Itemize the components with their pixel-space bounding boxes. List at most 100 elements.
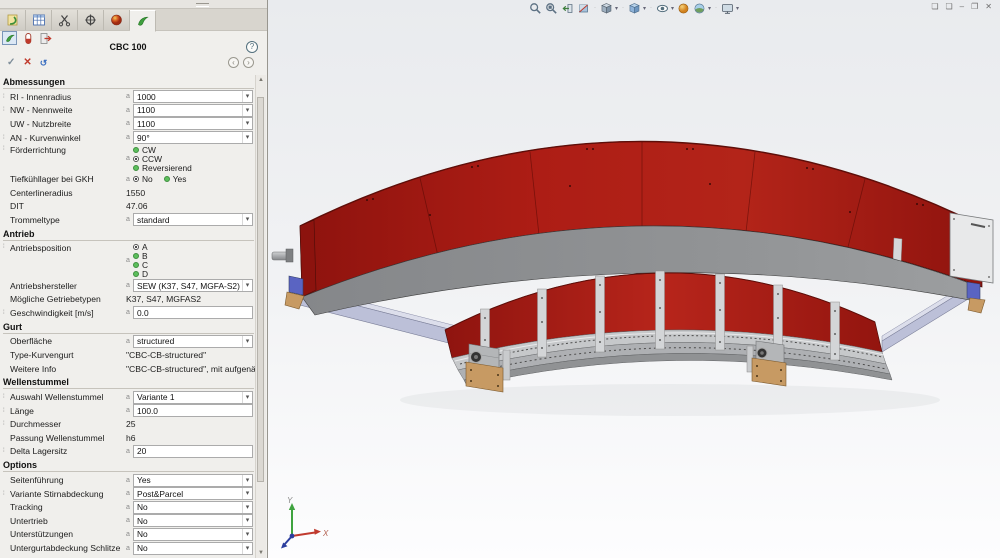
tab-dimxpert[interactable] — [78, 10, 104, 30]
dropdown-arrow-icon[interactable]: ▾ — [242, 280, 252, 291]
zoom-to-fit-icon[interactable] — [529, 2, 542, 15]
param-value: No — [134, 516, 242, 526]
cancel-button[interactable]: ✕ — [23, 57, 31, 70]
param-select[interactable]: Variante 1▾ — [133, 391, 253, 404]
previous-view-icon[interactable] — [561, 2, 574, 15]
tab-display-manager[interactable] — [104, 10, 130, 30]
triad-x-label: X — [322, 529, 329, 538]
next-button[interactable]: › — [243, 57, 254, 68]
tab-configuration[interactable] — [52, 10, 78, 30]
dropdown-arrow-icon[interactable]: ▾ — [242, 529, 252, 540]
radio-selected-icon[interactable] — [133, 244, 139, 250]
param-control: aNoYes — [126, 175, 256, 184]
view-orientation-icon[interactable] — [600, 2, 613, 15]
view-settings-icon[interactable] — [721, 2, 734, 15]
prev-button[interactable]: ‹ — [228, 57, 239, 68]
dropdown-arrow-icon[interactable]: ▾ — [615, 5, 618, 12]
section-header: Gurt — [3, 321, 254, 334]
hide-show-items-icon[interactable] — [656, 2, 669, 15]
conveyor-3d-model[interactable]: Y X — [270, 0, 1000, 558]
param-input[interactable]: 100.0 — [133, 404, 253, 417]
dropdown-arrow-icon[interactable]: ▾ — [242, 392, 252, 403]
param-select[interactable]: SEW (K37, S47, MGFA-S2)▾ — [133, 279, 253, 292]
dropdown-arrow-icon[interactable]: ▾ — [242, 475, 252, 486]
doc-window-icon[interactable]: ❏ — [931, 1, 938, 13]
param-input[interactable]: 20 — [133, 445, 253, 458]
param-select[interactable]: Post&Parcel▾ — [133, 487, 253, 500]
radio-icon[interactable] — [133, 262, 139, 268]
minimize-button[interactable]: – — [960, 1, 964, 13]
radio-option[interactable]: Yes — [164, 175, 187, 184]
anchor-icon: a — [126, 394, 133, 401]
dropdown-arrow-icon[interactable]: ▾ — [708, 5, 711, 12]
display-style-icon[interactable] — [628, 2, 641, 15]
close-button[interactable]: ✕ — [985, 1, 992, 13]
param-select[interactable]: structured▾ — [133, 335, 253, 348]
confirm-button[interactable]: ✓ — [7, 57, 15, 70]
dropdown-arrow-icon[interactable]: ▾ — [242, 543, 252, 554]
scrollbar-thumb[interactable] — [257, 97, 264, 482]
radio-option[interactable]: D — [133, 270, 148, 279]
dropdown-arrow-icon[interactable]: ▾ — [242, 105, 252, 116]
drive-unit-left[interactable] — [466, 344, 510, 392]
coordinate-triad: Y X — [281, 496, 329, 549]
dropdown-arrow-icon[interactable]: ▾ — [242, 91, 252, 102]
radio-icon[interactable] — [133, 253, 139, 259]
param-value: structured — [134, 336, 242, 346]
tab-configurator[interactable] — [130, 10, 156, 32]
param-select[interactable]: Yes▾ — [133, 474, 253, 487]
scroll-up-icon[interactable]: ▲ — [256, 77, 266, 83]
undo-button[interactable]: ↺ — [40, 57, 48, 70]
param-select[interactable]: No▾ — [133, 542, 253, 555]
radio-selected-icon[interactable] — [133, 156, 139, 162]
help-button[interactable]: ? — [246, 41, 258, 53]
restore-button[interactable]: ❐ — [971, 1, 978, 13]
radio-icon[interactable] — [133, 165, 139, 171]
param-select[interactable]: 1100▾ — [133, 117, 253, 130]
radio-option[interactable]: No — [133, 175, 153, 184]
param-select[interactable]: 1000▾ — [133, 90, 253, 103]
param-control: astructured▾ — [126, 335, 256, 348]
tab-feature-manager[interactable] — [0, 10, 26, 30]
anchor-icon: a — [126, 407, 133, 414]
dropdown-arrow-icon[interactable]: ▾ — [242, 515, 252, 526]
panel-scrollbar[interactable]: ▲ ▼ — [255, 75, 266, 558]
dropdown-arrow-icon[interactable]: ▾ — [242, 214, 252, 225]
doc-window-icon[interactable]: ❏ — [946, 1, 953, 13]
param-value: No — [134, 529, 242, 539]
radio-option[interactable]: Reversierend — [133, 163, 192, 172]
param-select[interactable]: No▾ — [133, 528, 253, 541]
radio-icon[interactable] — [133, 147, 139, 153]
radio-selected-icon[interactable] — [133, 176, 139, 182]
dropdown-arrow-icon[interactable]: ▾ — [242, 336, 252, 347]
param-label: Antriebshersteller — [10, 281, 126, 291]
splitter-grip[interactable] — [196, 3, 209, 7]
dropdown-arrow-icon[interactable]: ▾ — [242, 488, 252, 499]
drive-unit-right[interactable] — [747, 341, 786, 386]
param-select[interactable]: No▾ — [133, 501, 253, 514]
radio-icon[interactable] — [164, 176, 170, 182]
param-input[interactable]: 0.0 — [133, 306, 253, 319]
section-header: Abmessungen — [3, 76, 254, 89]
param-select[interactable]: No▾ — [133, 514, 253, 527]
section-view-icon[interactable] — [577, 2, 590, 15]
param-select[interactable]: 1100▾ — [133, 104, 253, 117]
edit-appearance-icon[interactable] — [677, 2, 690, 15]
graphics-area[interactable]: Y X · ▾ · ▾ · ▾ ▾ · ▾ ❏ ❏ – ❐ ✕ — [268, 0, 1000, 558]
dropdown-arrow-icon[interactable]: ▾ — [242, 502, 252, 513]
dropdown-arrow-icon[interactable]: ▾ — [242, 132, 252, 143]
tab-table[interactable] — [26, 10, 52, 30]
anchor-icon: a — [126, 448, 133, 455]
property-panel: CBC 100 ? ✓ ✕ ↺ ‹ › Abmessungen⁞RI - Inn… — [0, 0, 268, 558]
radio-icon[interactable] — [133, 271, 139, 277]
zoom-to-area-icon[interactable] — [545, 2, 558, 15]
scroll-down-icon[interactable]: ▼ — [256, 550, 266, 556]
shaft-stub[interactable] — [272, 249, 293, 262]
param-select[interactable]: standard▾ — [133, 213, 253, 226]
dropdown-arrow-icon[interactable]: ▾ — [671, 5, 674, 12]
dropdown-arrow-icon[interactable]: ▾ — [643, 5, 646, 12]
dropdown-arrow-icon[interactable]: ▾ — [736, 5, 739, 12]
dropdown-arrow-icon[interactable]: ▾ — [242, 118, 252, 129]
apply-scene-icon[interactable] — [693, 2, 706, 15]
param-select[interactable]: 90°▾ — [133, 131, 253, 144]
